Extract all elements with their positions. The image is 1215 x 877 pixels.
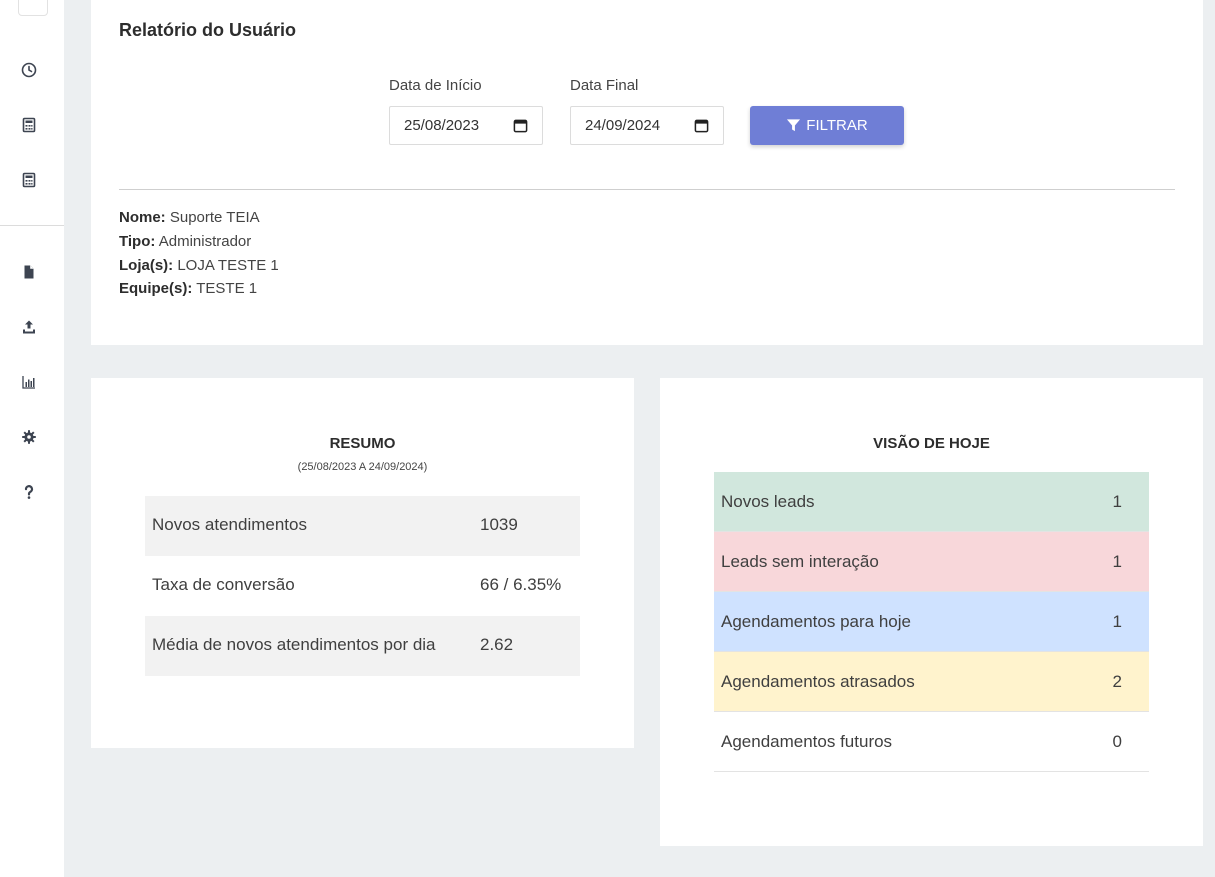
start-date-input[interactable]: 25/08/2023 <box>389 106 543 145</box>
row-value: 1 <box>1112 552 1122 571</box>
row-value: 1 <box>1112 612 1122 631</box>
row-value: 2.62 <box>480 635 514 654</box>
row-label: Taxa de conversão <box>152 575 295 594</box>
row-label: Agendamentos para hoje <box>721 612 911 631</box>
divider <box>119 189 1175 190</box>
visao-card: VISÃO DE HOJE Novos leads 1 Leads sem in… <box>660 378 1203 846</box>
start-date-label: Data de Início <box>389 77 482 94</box>
filter-icon <box>787 119 801 132</box>
end-date-input[interactable]: 24/09/2024 <box>570 106 724 145</box>
row-value: 66 / 6.35% <box>480 575 562 594</box>
user-name: Nome: Suporte TEIA <box>119 209 260 226</box>
table-row: Novos atendimentos 1039 <box>145 496 580 556</box>
resumo-title: RESUMO <box>329 435 396 452</box>
end-date-value: 24/09/2024 <box>585 117 661 134</box>
visao-table: Novos leads 1 Leads sem interação 1 Agen… <box>714 472 1149 772</box>
row-value: 2 <box>1112 672 1122 691</box>
gear-icon[interactable] <box>20 428 38 446</box>
row-value: 0 <box>1112 732 1122 751</box>
user-stores: Loja(s): LOJA TESTE 1 <box>119 257 279 274</box>
table-row[interactable]: Novos leads 1 <box>714 472 1149 532</box>
user-type: Tipo: Administrador <box>119 233 252 250</box>
table-row[interactable]: Leads sem interação 1 <box>714 532 1149 592</box>
row-label: Média de novos atendimentos por dia <box>152 635 436 654</box>
table-row[interactable]: Agendamentos atrasados 2 <box>714 652 1149 712</box>
row-label: Novos leads <box>721 492 815 511</box>
visao-title: VISÃO DE HOJE <box>873 435 990 452</box>
question-icon[interactable] <box>20 483 38 501</box>
filter-button-label: FILTRAR <box>806 117 868 134</box>
table-row: Média de novos atendimentos por dia 2.62 <box>145 616 580 676</box>
calendar-icon[interactable] <box>694 118 709 133</box>
resumo-period: (25/08/2023 A 24/09/2024) <box>297 461 428 473</box>
table-row[interactable]: Agendamentos para hoje 1 <box>714 592 1149 652</box>
report-card: Relatório do Usuário Data de Início 25/0… <box>91 0 1203 345</box>
resumo-table: Novos atendimentos 1039 Taxa de conversã… <box>145 496 580 676</box>
table-row: Taxa de conversão 66 / 6.35% <box>145 556 580 616</box>
sidebar <box>0 0 64 877</box>
clock-icon[interactable] <box>20 61 38 79</box>
search-icon[interactable] <box>18 0 48 16</box>
row-label: Agendamentos atrasados <box>721 672 915 691</box>
row-label: Leads sem interação <box>721 552 879 571</box>
sidebar-divider <box>0 225 64 226</box>
row-value: 1 <box>1112 492 1122 511</box>
row-value: 1039 <box>480 515 518 534</box>
file-icon[interactable] <box>20 263 38 281</box>
calculator-icon[interactable] <box>20 116 38 134</box>
start-date-value: 25/08/2023 <box>404 117 480 134</box>
calendar-icon[interactable] <box>513 118 528 133</box>
upload-icon[interactable] <box>20 318 38 336</box>
bar-chart-icon[interactable] <box>20 373 38 391</box>
user-teams: Equipe(s): TESTE 1 <box>119 280 258 297</box>
calculator-icon[interactable] <box>20 171 38 189</box>
page-title: Relatório do Usuário <box>119 20 297 40</box>
end-date-label: Data Final <box>570 77 639 94</box>
filter-button[interactable]: FILTRAR <box>750 106 904 145</box>
table-row[interactable]: Agendamentos futuros 0 <box>714 712 1149 772</box>
resumo-card: RESUMO (25/08/2023 A 24/09/2024) Novos a… <box>91 378 634 748</box>
row-label: Novos atendimentos <box>152 515 307 534</box>
row-label: Agendamentos futuros <box>721 732 893 751</box>
